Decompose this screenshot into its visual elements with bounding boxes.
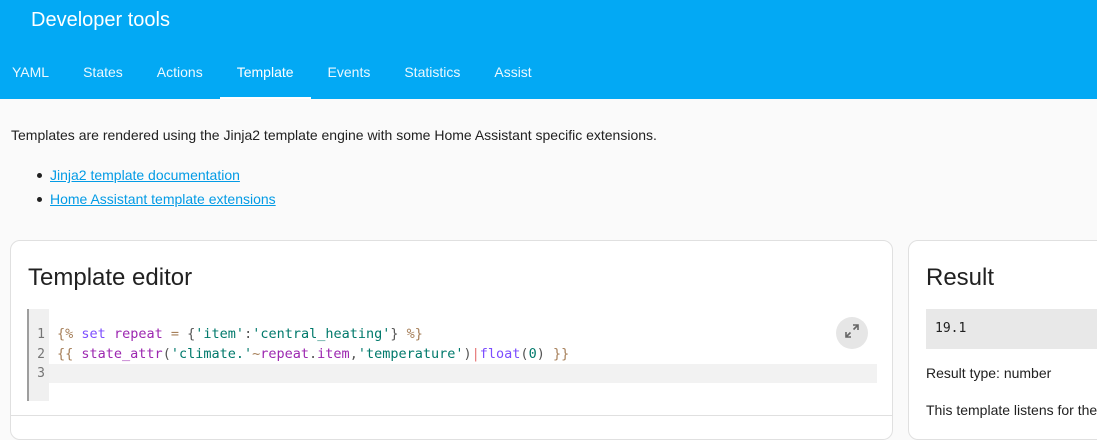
doc-links-list: Jinja2 template documentation Home Assis… <box>36 163 276 211</box>
top-app-bar: Developer tools YAML States Actions Temp… <box>0 0 1097 99</box>
tab-statistics[interactable]: Statistics <box>387 46 477 99</box>
tab-template[interactable]: Template <box>219 46 311 99</box>
line-number: 1 <box>37 327 45 342</box>
active-line-highlight <box>49 364 877 383</box>
expand-arrows-icon <box>844 323 860 344</box>
result-value: 19.1 <box>926 309 1097 349</box>
tab-yaml[interactable]: YAML <box>0 46 66 99</box>
ha-template-extensions-link[interactable]: Home Assistant template extensions <box>50 191 276 207</box>
editor-title: Template editor <box>28 264 193 291</box>
tab-events[interactable]: Events <box>311 46 388 99</box>
list-item: Home Assistant template extensions <box>36 187 276 211</box>
line-number-gutter: 1 2 3 <box>27 309 49 401</box>
tab-bar: YAML States Actions Template Events Stat… <box>0 46 549 99</box>
tab-actions[interactable]: Actions <box>140 46 220 99</box>
line-number: 3 <box>37 366 45 381</box>
code-line-1[interactable]: {% set repeat = {'item':'central_heating… <box>57 325 423 345</box>
tab-assist[interactable]: Assist <box>477 46 548 99</box>
code-editor[interactable]: 1 2 3 {% set repeat = {'item':'central_h… <box>27 309 877 401</box>
divider <box>11 415 892 416</box>
tab-states[interactable]: States <box>66 46 140 99</box>
result-listen-text: This template listens for the <box>926 402 1097 418</box>
line-number: 2 <box>37 347 45 362</box>
expand-editor-button[interactable] <box>836 317 868 349</box>
template-editor-card: Template editor 1 2 3 {% set repeat = {'… <box>10 240 893 440</box>
intro-text: Templates are rendered using the Jinja2 … <box>11 127 657 143</box>
result-title: Result <box>926 264 995 291</box>
result-card: Result 19.1 Result type: number This tem… <box>908 240 1097 440</box>
jinja2-docs-link[interactable]: Jinja2 template documentation <box>50 167 240 183</box>
code-line-2[interactable]: {{ state_attr('climate.'~repeat.item,'te… <box>57 345 569 365</box>
app-title: Developer tools <box>31 9 170 31</box>
list-item: Jinja2 template documentation <box>36 163 276 187</box>
result-type-text: Result type: number <box>926 365 1052 381</box>
